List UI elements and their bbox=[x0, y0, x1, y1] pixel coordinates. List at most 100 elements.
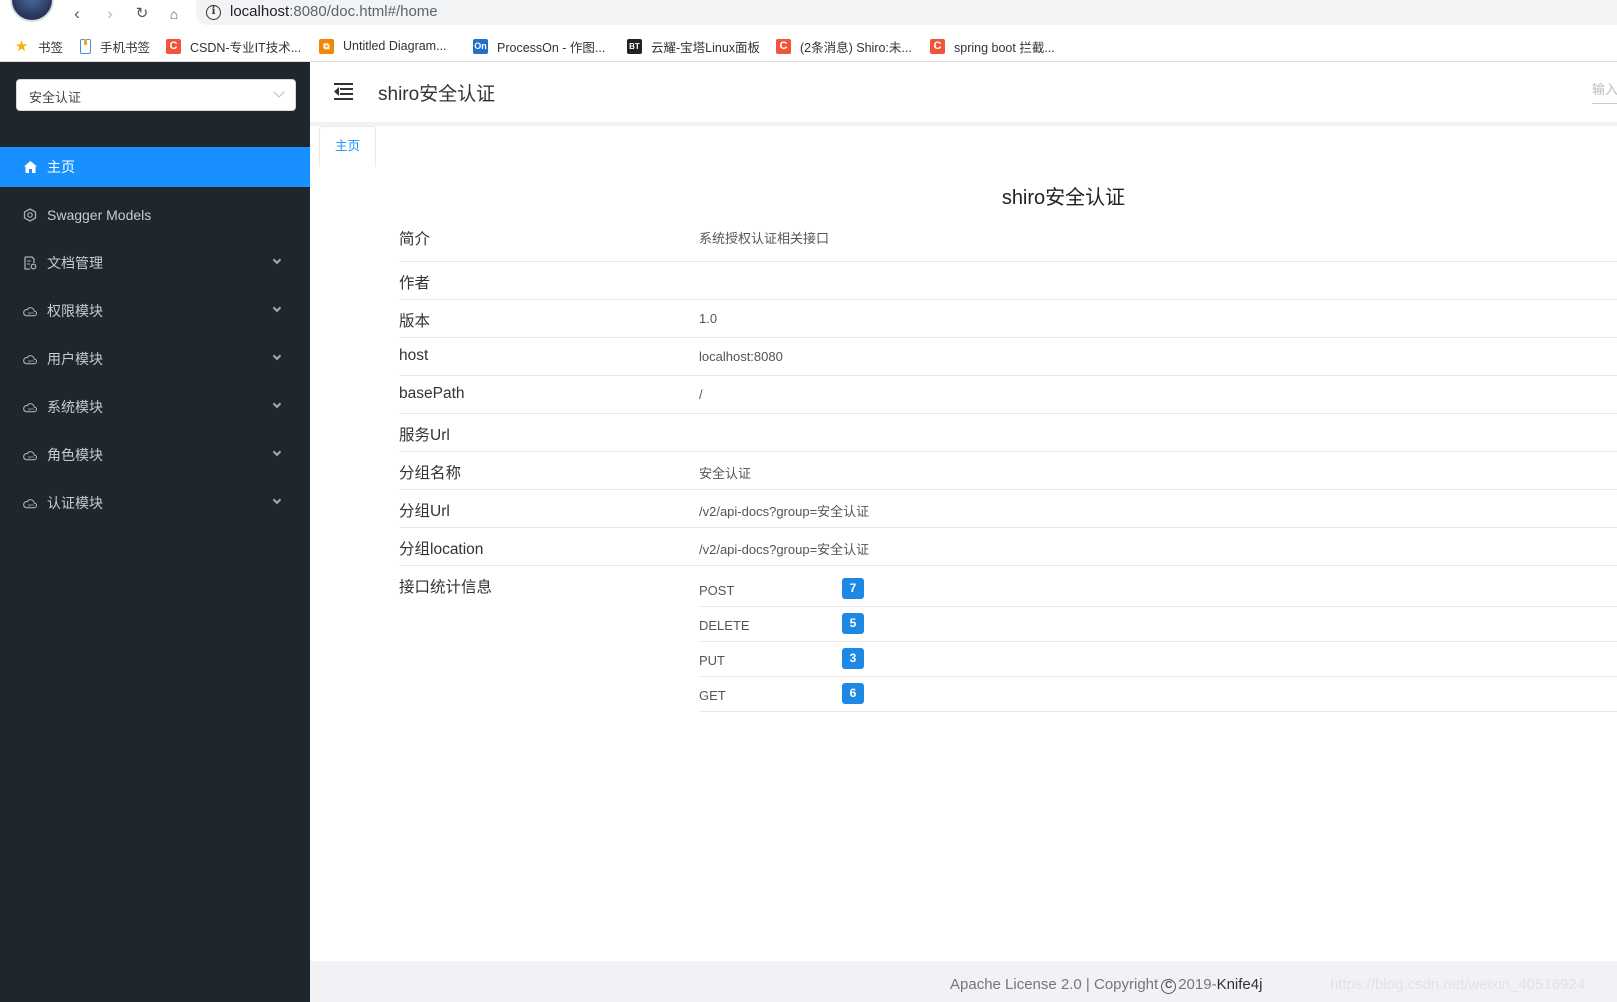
group-select[interactable]: 安全认证 bbox=[16, 79, 296, 111]
bookmark-label: CSDN-专业IT技术... bbox=[190, 40, 302, 55]
processon-icon: On bbox=[473, 38, 488, 54]
sidebar-item-label: 文档管理 bbox=[47, 255, 103, 271]
bookmark-item[interactable]: On ProcessOn - 作图... bbox=[473, 36, 605, 56]
sidebar-item-permission-module[interactable]: API 权限模块 bbox=[0, 291, 310, 331]
site-info-icon[interactable]: i bbox=[206, 5, 221, 20]
mobile-bookmark-icon bbox=[80, 38, 91, 54]
csdn-icon: C bbox=[166, 38, 181, 54]
sidebar-item-doc-management[interactable]: 文档管理 bbox=[0, 243, 310, 283]
footer-text: Apache License 2.0 | Copyright C 2019-Knif… bbox=[950, 976, 1262, 994]
license-text: Apache License 2.0 | Copyright bbox=[950, 976, 1159, 993]
info-value: /v2/api-docs?group=安全认证 bbox=[699, 504, 870, 519]
info-label: 版本 bbox=[399, 313, 431, 330]
bookmark-label: 云耀-宝塔Linux面板 bbox=[651, 40, 761, 55]
svg-text:API: API bbox=[28, 503, 34, 507]
info-label: 作者 bbox=[399, 275, 431, 292]
info-row: 作者 bbox=[399, 262, 1617, 300]
sidebar-item-role-module[interactable]: API 角色模块 bbox=[0, 435, 310, 475]
chevron-down-icon bbox=[272, 303, 282, 313]
sidebar-item-label: 主页 bbox=[47, 159, 75, 175]
content-panel: shiro安全认证 简介 系统授权认证相关接口 作者 版本 1.0 host l… bbox=[310, 168, 1617, 961]
stat-row: GET 6 bbox=[699, 677, 1617, 712]
bookmark-label: 书签 bbox=[38, 40, 64, 55]
bookmark-label: (2条消息) Shiro:未... bbox=[800, 40, 912, 55]
url-text[interactable]: localhost:8080/doc.html#/home bbox=[230, 3, 438, 20]
bookmark-label: spring boot 拦截... bbox=[954, 40, 1055, 55]
stat-method: GET bbox=[699, 688, 726, 703]
sidebar-item-swagger-models[interactable]: Swagger Models bbox=[0, 195, 310, 235]
address-bar[interactable]: i localhost:8080/doc.html#/home bbox=[196, 0, 1617, 25]
bookmark-item[interactable]: BT 云耀-宝塔Linux面板 bbox=[627, 36, 760, 56]
sidebar-item-user-module[interactable]: API 用户模块 bbox=[0, 339, 310, 379]
info-label: host bbox=[399, 347, 429, 364]
info-value: localhost:8080 bbox=[699, 349, 783, 364]
count-badge: 7 bbox=[842, 578, 864, 599]
menu-collapse-icon[interactable] bbox=[334, 83, 353, 100]
bookmark-item[interactable]: C (2条消息) Shiro:未... bbox=[776, 36, 912, 56]
info-label: basePath bbox=[399, 385, 465, 402]
sidebar-item-label: 角色模块 bbox=[47, 447, 103, 463]
stat-row: POST 7 bbox=[699, 572, 1617, 607]
count-badge: 5 bbox=[842, 613, 864, 634]
cloud-api-icon: API bbox=[23, 304, 37, 318]
bookmark-item[interactable]: ⧉ Untitled Diagram... bbox=[319, 36, 447, 56]
sidebar-item-home[interactable]: 主页 bbox=[0, 147, 310, 187]
info-value: / bbox=[699, 387, 703, 402]
drawio-icon: ⧉ bbox=[319, 38, 334, 54]
doc-title: shiro安全认证 bbox=[1001, 187, 1126, 209]
copyright-icon: C bbox=[1161, 979, 1177, 994]
svg-text:API: API bbox=[28, 359, 34, 363]
chevron-down-icon bbox=[272, 399, 282, 409]
info-value: /v2/api-docs?group=安全认证 bbox=[699, 542, 870, 557]
forward-button[interactable]: › bbox=[99, 3, 121, 25]
home-icon bbox=[23, 160, 37, 174]
search-input[interactable] bbox=[1592, 76, 1617, 97]
svg-text:API: API bbox=[28, 455, 34, 459]
stat-row: DELETE 5 bbox=[699, 607, 1617, 642]
bookmark-item[interactable]: ★ 书签 bbox=[14, 36, 63, 56]
search-box[interactable] bbox=[1592, 76, 1617, 104]
cloud-api-icon: API bbox=[23, 352, 37, 366]
url-path: :8080/doc.html#/home bbox=[289, 3, 438, 20]
browser-toolbar: ‹ › ↻ ⌂ i localhost:8080/doc.html#/home bbox=[0, 0, 1617, 30]
footer: Apache License 2.0 | Copyright C 2019-Knif… bbox=[310, 961, 1617, 1002]
stat-method: PUT bbox=[699, 653, 725, 668]
cloud-api-icon: API bbox=[23, 448, 37, 462]
info-row: basePath / bbox=[399, 376, 1617, 414]
bookmark-item[interactable]: C CSDN-专业IT技术... bbox=[166, 36, 301, 56]
sidebar-item-label: Swagger Models bbox=[47, 207, 152, 223]
info-row: 分组名称 安全认证 bbox=[399, 452, 1617, 490]
star-icon: ★ bbox=[14, 38, 29, 55]
stat-method: DELETE bbox=[699, 618, 750, 633]
info-row: 版本 1.0 bbox=[399, 300, 1617, 338]
brand-name: Knife4j bbox=[1216, 976, 1263, 993]
profile-avatar[interactable] bbox=[10, 0, 54, 22]
sidebar: 安全认证 主页 Swagger Models 文档管理 API 权限模块 API… bbox=[0, 62, 310, 1002]
svg-text:API: API bbox=[28, 311, 34, 315]
info-row: 服务Url bbox=[399, 414, 1617, 452]
home-button[interactable]: ⌂ bbox=[163, 3, 185, 25]
sidebar-item-system-module[interactable]: API 系统模块 bbox=[0, 387, 310, 427]
group-select-value: 安全认证 bbox=[29, 90, 82, 105]
reload-button[interactable]: ↻ bbox=[131, 3, 153, 25]
chevron-down-icon bbox=[272, 351, 282, 361]
info-label: 分组location bbox=[399, 541, 484, 558]
tab-home[interactable]: 主页 bbox=[319, 126, 376, 167]
info-value: 1.0 bbox=[699, 311, 718, 326]
document-settings-icon bbox=[23, 256, 37, 270]
watermark: https://blog.csdn.net/weixin_40516924 bbox=[1330, 976, 1586, 993]
sidebar-item-label: 用户模块 bbox=[47, 351, 103, 367]
back-button[interactable]: ‹ bbox=[66, 3, 88, 25]
bookmark-item[interactable]: C spring boot 拦截... bbox=[930, 36, 1055, 56]
info-row: host localhost:8080 bbox=[399, 338, 1617, 376]
bookmark-label: ProcessOn - 作图... bbox=[497, 40, 606, 55]
chevron-down-icon bbox=[272, 255, 282, 265]
sidebar-item-auth-module[interactable]: API 认证模块 bbox=[0, 483, 310, 523]
info-label: 服务Url bbox=[399, 427, 450, 444]
info-row: 分组Url /v2/api-docs?group=安全认证 bbox=[399, 490, 1617, 528]
info-row: 分组location /v2/api-docs?group=安全认证 bbox=[399, 528, 1617, 566]
bookmark-item[interactable]: 手机书签 bbox=[80, 36, 150, 56]
chevron-down-icon bbox=[273, 86, 285, 98]
info-row: 简介 系统授权认证相关接口 bbox=[399, 208, 1617, 262]
stat-row: PUT 3 bbox=[699, 642, 1617, 677]
